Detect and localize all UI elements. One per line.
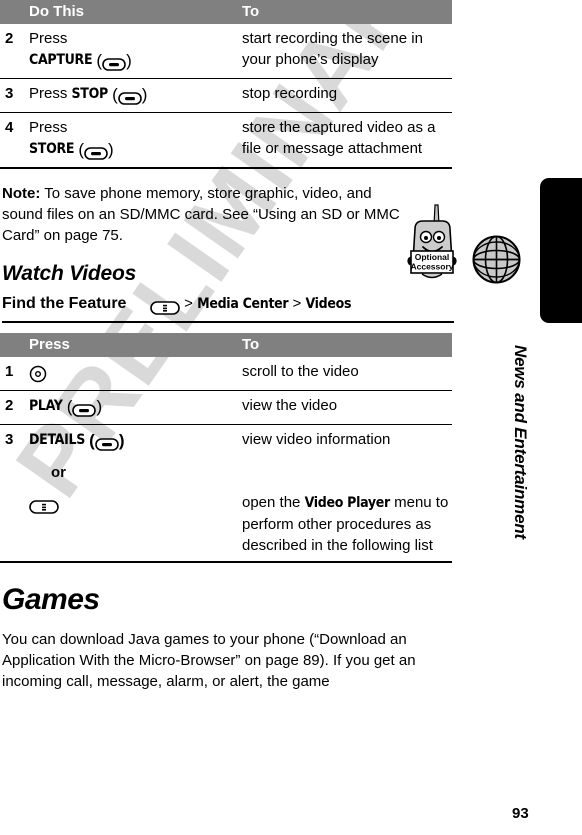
result-text-pre: open the [242,494,305,511]
path-separator: > [292,295,302,312]
col-number-header [0,0,27,24]
table-row: 4 Press STORE () store the captured vide… [0,112,452,169]
table-header-row: Do This To [0,0,452,24]
softkey-label: PLAY [29,398,63,414]
path-segment-1: Media Center [197,296,289,312]
table-row: 1 scroll to the video [0,357,452,391]
find-the-feature-path: > Media Center > Videos [150,295,351,315]
path-separator: > [184,295,193,312]
step-number-empty [0,488,27,563]
step-action [27,488,237,563]
section-heading-watch-videos: Watch Videos [2,262,137,285]
col-action-header: Press [27,333,237,357]
find-the-feature-label: Find the Feature [2,295,127,312]
step-number-empty [0,458,27,488]
page-content: Do This To 2 Press CAPTURE () start reco… [0,0,460,692]
step-number: 1 [0,357,27,391]
table-row: open the Video Player menu to perform ot… [0,488,452,563]
step-result: start recording the scene in your phone’… [237,24,452,79]
softkey-label: CAPTURE [29,52,93,68]
step-number: 3 [5,431,14,448]
section-heading-games: Games [2,583,100,616]
col-result-header: To [237,333,452,357]
action-verb: Press [29,85,68,102]
table-row: 2 PLAY () view the video [0,390,452,425]
table-row: 3 DETAILS () view video information [0,425,452,459]
step-result: scroll to the video [237,357,452,391]
softkey-icon: () [89,431,125,451]
games-body-text: You can download Java games to your phon… [2,631,416,690]
step-number: 2 [0,24,27,79]
col-action-header: Do This [27,0,237,24]
step-action: PLAY () [27,390,237,425]
step-number: 4 [0,112,27,169]
step-number: 2 [0,390,27,425]
step-action: DETAILS () [27,425,237,459]
softkey-icon: () [96,51,132,71]
or-row: or [0,458,452,488]
sidebar-tab [540,178,582,323]
softkey-icon: () [112,85,148,105]
softkey-icon: () [78,140,114,160]
record-video-table: Do This To 2 Press CAPTURE () start reco… [0,0,452,169]
find-the-feature: Find the Feature > Media Center > Videos [2,295,454,323]
action-verb: Press [29,119,68,136]
path-segment-2: Videos [305,296,352,312]
note-block: Note: To save phone memory, store graphi… [2,183,402,246]
step-number: 3 [0,78,27,113]
menu-key-icon [29,495,59,516]
step-result: view video information [242,431,391,448]
note-label: Note: [2,185,41,202]
globe-icon [468,231,525,288]
menu-name: Video Player [304,495,391,511]
softkey-label: STOP [71,86,109,102]
or-label: or [51,464,66,481]
or-spacer [237,458,452,488]
menu-key-icon [150,298,180,315]
table-row: 2 Press CAPTURE () start recording the s… [0,24,452,79]
optional-accessory-line2: Accessory [410,262,453,272]
action-verb: Press [29,30,68,47]
optional-accessory-icon: Optional Accessory [402,203,462,285]
sidebar-title-text: News and Entertainment [511,345,530,539]
page-number: 93 [512,805,529,822]
note-text: To save phone memory, store graphic, vid… [2,185,400,244]
col-number-header [0,333,27,357]
table-row: 3 Press STOP () stop recording [0,78,452,113]
col-result-header: To [237,0,452,24]
step-result: store the captured video as a file or me… [237,112,452,169]
navigation-key-icon [29,364,47,385]
step-result: open the Video Player menu to perform ot… [237,488,452,563]
step-result: stop recording [237,78,452,113]
step-result: view the video [237,390,452,425]
optional-accessory-line1: Optional [415,252,449,262]
table-header-row: Press To [0,333,452,357]
step-action: Press CAPTURE () [27,24,237,79]
step-action: Press STORE () [27,112,237,169]
softkey-icon: () [66,397,103,417]
watch-videos-table: Press To 1 scroll to the video 2 PLAY ()… [0,333,452,563]
softkey-label: STORE [29,141,75,157]
step-action [27,357,237,391]
softkey-label: DETAILS [29,432,85,448]
step-action: Press STOP () [27,78,237,113]
